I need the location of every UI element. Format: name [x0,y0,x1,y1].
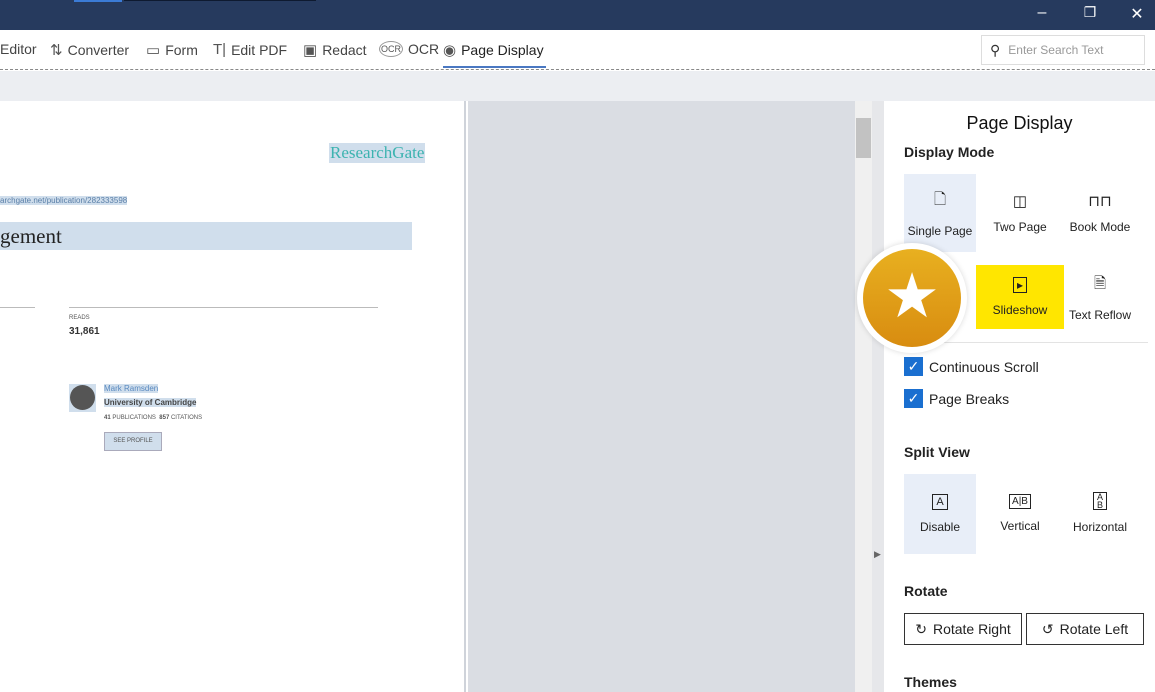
option-label: Slideshow [992,303,1048,317]
check-icon: ✓ [904,389,923,408]
author-stats: 41 PUBLICATIONS 857 CITATIONS [104,415,202,421]
tab-strip [124,0,316,1]
themes-heading: Themes [904,674,957,690]
rule [0,307,35,308]
option-slideshow[interactable]: ▸ Slideshow [976,265,1064,329]
panel-splitter[interactable]: ▶ [872,101,884,692]
brand-logo: ResearchGate [329,143,426,163]
redact-icon: ▣ [303,42,318,59]
toolbar: Editor ⇅ Converter ▭ Form T| Edit PDF ▣ Reda… [0,30,1155,70]
rule [69,307,378,308]
tool-ocr[interactable]: OCR OCR [379,41,439,57]
search-input[interactable]: ⚲ Enter Search Text [981,35,1145,65]
rotate-left-button[interactable]: ↺ Rotate Left [1026,613,1144,645]
search-placeholder: Enter Search Text [1008,43,1104,57]
rotate-right-icon: ↻ [915,620,927,637]
vertical-scrollbar[interactable] [855,101,872,692]
tool-converter[interactable]: ⇅ Converter [50,41,129,59]
ocr-icon: OCR [379,41,403,57]
restore-icon[interactable]: ❐ [1080,4,1100,21]
tool-label: OCR [408,41,440,57]
reads-label: READS [69,315,90,321]
continuous-scroll-checkbox[interactable]: ✓ Continuous Scroll [904,357,1039,376]
slideshow-icon: ▸ [1012,277,1028,293]
disable-split-icon: A [932,494,948,510]
edit-pdf-icon: T| [213,41,227,58]
checkbox-label: Page Breaks [929,390,1010,407]
publication-url[interactable]: archgate.net/publication/282333598 [0,196,128,205]
publications-label: PUBLICATIONS [112,415,156,421]
option-two-page[interactable]: ◫ Two Page [984,174,1056,252]
form-icon: ▭ [146,42,161,59]
active-tab-underline [443,66,546,68]
tool-form[interactable]: ▭ Form [146,41,198,59]
close-icon[interactable]: ✕ [1127,4,1147,24]
check-icon: ✓ [904,357,923,376]
single-page-icon: 🗋 [933,190,947,208]
tool-edit-pdf[interactable]: T| Edit PDF [213,41,287,58]
tool-redact[interactable]: ▣ Redact [303,41,367,59]
rotate-left-icon: ↺ [1041,620,1054,637]
button-label: Rotate Left [1059,621,1129,637]
see-profile-button[interactable]: SEE PROFILE [104,432,162,451]
text-reflow-icon: 🗎 [1093,274,1107,292]
tool-label: Edit PDF [231,41,288,58]
tool-label: Redact [322,42,367,58]
option-single-page[interactable]: 🗋 Single Page [904,174,976,252]
converter-icon: ⇅ [50,42,63,59]
option-label: Single Page [907,223,973,238]
title-bar: – ❐ ✕ [0,0,1155,30]
vertical-split-icon: A|B [1009,493,1031,509]
favorite-badge[interactable]: ★ [857,243,967,353]
reads-count: 31,861 [69,326,100,337]
citations-count: 857 [159,415,170,421]
split-view-heading: Split View [904,444,970,460]
horizontal-split-icon: AB [1092,492,1107,510]
option-label: Text Reflow [1068,307,1132,322]
option-label: Disable [919,520,961,534]
button-label: Rotate Right [932,621,1011,637]
toolbar-strip [0,71,1155,101]
page-display-panel: Page Display Display Mode 🗋 Single Page ◫… [884,101,1155,692]
tool-label: Form [165,42,198,58]
collapse-arrow-icon[interactable]: ▶ [874,549,881,560]
checkbox-label: Continuous Scroll [929,358,1039,375]
tool-page-display[interactable]: ◉ Page Display [443,41,544,59]
tool-label: Converter [67,42,130,58]
author-affiliation: University of Cambridge [104,398,197,407]
avatar [69,384,96,412]
book-mode-icon: ⊓⊓ [1088,193,1112,210]
author-name[interactable]: Mark Ramsden [104,384,159,393]
eye-icon: ◉ [443,42,457,59]
option-label: Book Mode [1069,220,1131,234]
option-label: Two Page [993,220,1047,234]
canvas-background [468,101,855,692]
two-page-icon: ◫ [1012,193,1028,210]
minimize-icon[interactable]: – [1032,4,1052,22]
rotate-heading: Rotate [904,583,948,599]
option-label: Horizontal [1072,520,1128,534]
tab-indicator [74,0,122,2]
tool-label: Page Display [461,42,544,58]
search-icon: ⚲ [990,41,1001,58]
tool-label: Editor [0,41,37,57]
option-text-reflow[interactable]: 🗎 Text Reflow [1064,258,1136,336]
rotate-right-button[interactable]: ↻ Rotate Right [904,613,1022,645]
option-label: Vertical [1000,518,1040,533]
scrollbar-thumb[interactable] [856,118,871,158]
display-mode-heading: Display Mode [904,144,995,160]
citations-label: CITATIONS [170,415,203,421]
publications-count: 41 [104,415,111,421]
pdf-page: ResearchGate archgate.net/publication/28… [0,101,466,692]
option-book-mode[interactable]: ⊓⊓ Book Mode [1064,174,1136,252]
panel-title: Page Display [966,113,1073,133]
option-vertical[interactable]: A|B Vertical [984,474,1056,552]
tool-editor[interactable]: Editor [0,41,37,57]
document-title: gement [0,222,412,250]
page-breaks-checkbox[interactable]: ✓ Page Breaks [904,389,1009,408]
option-horizontal[interactable]: A B Horizontal [1064,474,1136,552]
option-disable[interactable]: A Disable [904,474,976,554]
star-icon: ★ [863,249,961,347]
